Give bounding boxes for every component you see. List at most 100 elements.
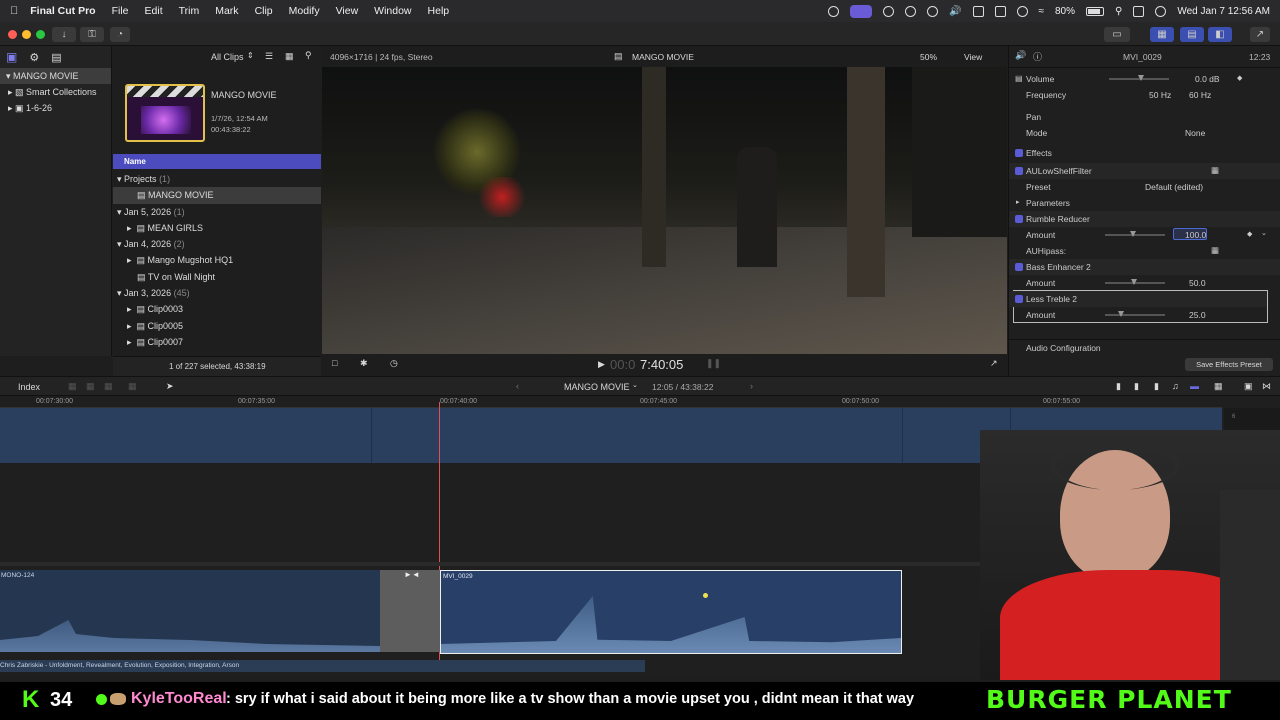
- browser-row-clip[interactable]: ▸ ▤ MEAN GIRLS: [113, 220, 321, 236]
- menu-window[interactable]: Window: [374, 5, 411, 17]
- browser-row-clip[interactable]: ▸ ▤ Mango Mugshot HQ1: [113, 252, 321, 268]
- layout-inspector-button[interactable]: ◧: [1208, 27, 1232, 42]
- wifi-icon[interactable]: ≈: [1039, 6, 1045, 17]
- mode-dropdown[interactable]: None: [1185, 128, 1205, 138]
- append-clip-icon[interactable]: ▦: [104, 381, 113, 392]
- control-center-icon[interactable]: [1133, 5, 1145, 17]
- disclosure-icon[interactable]: ▸: [1016, 198, 1020, 206]
- transitions-browser-icon[interactable]: ⋈: [1262, 381, 1271, 392]
- clip-appearance-icon[interactable]: ▦: [1214, 381, 1223, 392]
- share-button[interactable]: ↗: [1250, 27, 1270, 42]
- menu-edit[interactable]: Edit: [145, 5, 163, 17]
- chevron-down-icon[interactable]: ⌄: [632, 381, 638, 389]
- close-window-button[interactable]: [8, 30, 17, 39]
- siri-icon[interactable]: [1155, 5, 1167, 17]
- aulowshelf-checkbox[interactable]: [1015, 167, 1023, 175]
- audio-clip-selected[interactable]: MVI_0029: [440, 570, 902, 654]
- select-tool-icon[interactable]: ➤: [166, 381, 174, 392]
- forward-arrow-icon[interactable]: ›: [750, 381, 753, 391]
- treble-amount-value[interactable]: 25.0: [1189, 310, 1206, 320]
- browser-group-projects[interactable]: ▾ Projects (1): [113, 171, 321, 187]
- bass-knob[interactable]: [1131, 279, 1137, 285]
- zoom-out-icon[interactable]: ▮: [1116, 381, 1121, 392]
- browser-row-clip[interactable]: ▤ TV on Wall Night: [113, 269, 321, 285]
- battery-icon[interactable]: [1086, 6, 1105, 16]
- apple-icon[interactable]: : [10, 5, 18, 17]
- audio-inspector-icon[interactable]: 🔊: [1015, 50, 1026, 61]
- menu-clip[interactable]: Clip: [255, 5, 273, 17]
- share-menu-button[interactable]: ▭: [1104, 27, 1130, 42]
- browser-group-date[interactable]: ▾ Jan 3, 2026 (45): [113, 285, 321, 301]
- save-effects-preset-button[interactable]: Save Effects Preset: [1185, 358, 1273, 371]
- screen-record-icon[interactable]: [850, 4, 873, 18]
- app-menu[interactable]: Final Cut Pro: [30, 5, 95, 17]
- preset-dropdown[interactable]: Default (edited): [1145, 182, 1203, 192]
- bass-checkbox[interactable]: [1015, 263, 1023, 271]
- index-button[interactable]: Index: [18, 382, 40, 392]
- video-frame[interactable]: [322, 67, 1007, 354]
- status-icon[interactable]: [1016, 5, 1028, 17]
- snapping-icon[interactable]: ▬: [1190, 381, 1199, 391]
- clock[interactable]: Wed Jan 7 12:56 AM: [1177, 6, 1270, 17]
- display-icon[interactable]: [994, 5, 1006, 17]
- menu-help[interactable]: Help: [428, 5, 450, 17]
- browser-row-project[interactable]: ▤ MANGO MOVIE: [113, 187, 321, 204]
- volume-knob[interactable]: [1138, 75, 1144, 81]
- timeline-ruler[interactable]: 00:07:30:00 00:07:35:00 00:07:40:00 00:0…: [0, 396, 1222, 408]
- enhance-icon[interactable]: ✱: [360, 358, 368, 369]
- menu-mark[interactable]: Mark: [215, 5, 238, 17]
- audio-clip-left[interactable]: MONO-124: [0, 570, 380, 652]
- list-view-icon[interactable]: ☰: [265, 51, 273, 62]
- timecode[interactable]: 7:40:05: [640, 357, 683, 372]
- transform-icon[interactable]: □: [332, 358, 337, 368]
- status-icon[interactable]: [883, 5, 895, 17]
- effect-editor-icon[interactable]: ▦: [1211, 165, 1219, 176]
- treble-knob[interactable]: [1118, 311, 1124, 317]
- connect-clip-icon[interactable]: ▦: [68, 381, 77, 392]
- titles-icon[interactable]: ▤: [51, 51, 61, 64]
- volume-icon[interactable]: 🔊: [949, 6, 961, 17]
- browser-row-clip[interactable]: ▸ ▤ Clip0005: [113, 318, 321, 334]
- speed-icon[interactable]: ◷: [390, 358, 398, 369]
- treble-slider[interactable]: [1105, 314, 1165, 316]
- menu-view[interactable]: View: [336, 5, 359, 17]
- keyword-button[interactable]: ⚿: [80, 27, 104, 42]
- menu-modify[interactable]: Modify: [289, 5, 320, 17]
- insert-clip-icon[interactable]: ▦: [86, 381, 95, 392]
- layout-timeline-button[interactable]: ▤: [1180, 27, 1204, 42]
- clip-appearance-icon[interactable]: ▦: [285, 51, 294, 62]
- parameters-row[interactable]: ▸ Parameters: [1009, 195, 1280, 211]
- browser-row-clip[interactable]: ▸ ▤ Clip0003: [113, 301, 321, 317]
- info-icon[interactable]: ⓘ: [1033, 50, 1042, 63]
- skimming-icon[interactable]: ▮: [1154, 381, 1159, 392]
- overwrite-clip-icon[interactable]: ▦: [128, 381, 137, 392]
- headphones-icon[interactable]: ♫: [1172, 381, 1179, 391]
- photos-icon[interactable]: ⚙: [29, 51, 39, 64]
- audio-config-row[interactable]: Audio Configuration: [1009, 339, 1280, 355]
- zoom-window-button[interactable]: [36, 30, 45, 39]
- treble-checkbox[interactable]: [1015, 295, 1023, 303]
- keyframe-icon[interactable]: ◆: [1247, 230, 1252, 238]
- project-thumbnail[interactable]: [125, 84, 205, 142]
- menu-file[interactable]: File: [112, 5, 129, 17]
- clip-filter-dropdown[interactable]: All Clips: [211, 52, 244, 62]
- name-column-header[interactable]: Name: [113, 154, 321, 169]
- play-button[interactable]: ▶: [598, 359, 605, 370]
- browser-group-date[interactable]: ▾ Jan 5, 2026 (1): [113, 204, 321, 220]
- music-track[interactable]: Chris Zabriskie - Unfoldment, Revealment…: [0, 660, 645, 672]
- rumble-knob[interactable]: [1130, 231, 1136, 237]
- view-dropdown[interactable]: View: [964, 52, 982, 62]
- import-button[interactable]: ↓: [52, 27, 76, 42]
- chevron-down-icon[interactable]: ⌄: [1261, 229, 1267, 237]
- minimize-window-button[interactable]: [22, 30, 31, 39]
- play-status-icon[interactable]: [927, 5, 939, 17]
- volume-value[interactable]: 0.0 dB: [1195, 74, 1220, 84]
- status-icon[interactable]: [828, 5, 840, 17]
- background-tasks-button[interactable]: ◔: [110, 27, 130, 42]
- library-item-event[interactable]: ▸ ▣ 1-6-26: [0, 100, 111, 116]
- effects-browser-icon[interactable]: ▣: [1244, 381, 1253, 392]
- library-item-smart-collections[interactable]: ▸ ▧ Smart Collections: [0, 84, 111, 100]
- bass-amount-value[interactable]: 50.0: [1189, 278, 1206, 288]
- library-item-mango-movie[interactable]: ▾ MANGO MOVIE: [0, 68, 111, 84]
- keyframe-icon[interactable]: ◆: [1237, 74, 1242, 82]
